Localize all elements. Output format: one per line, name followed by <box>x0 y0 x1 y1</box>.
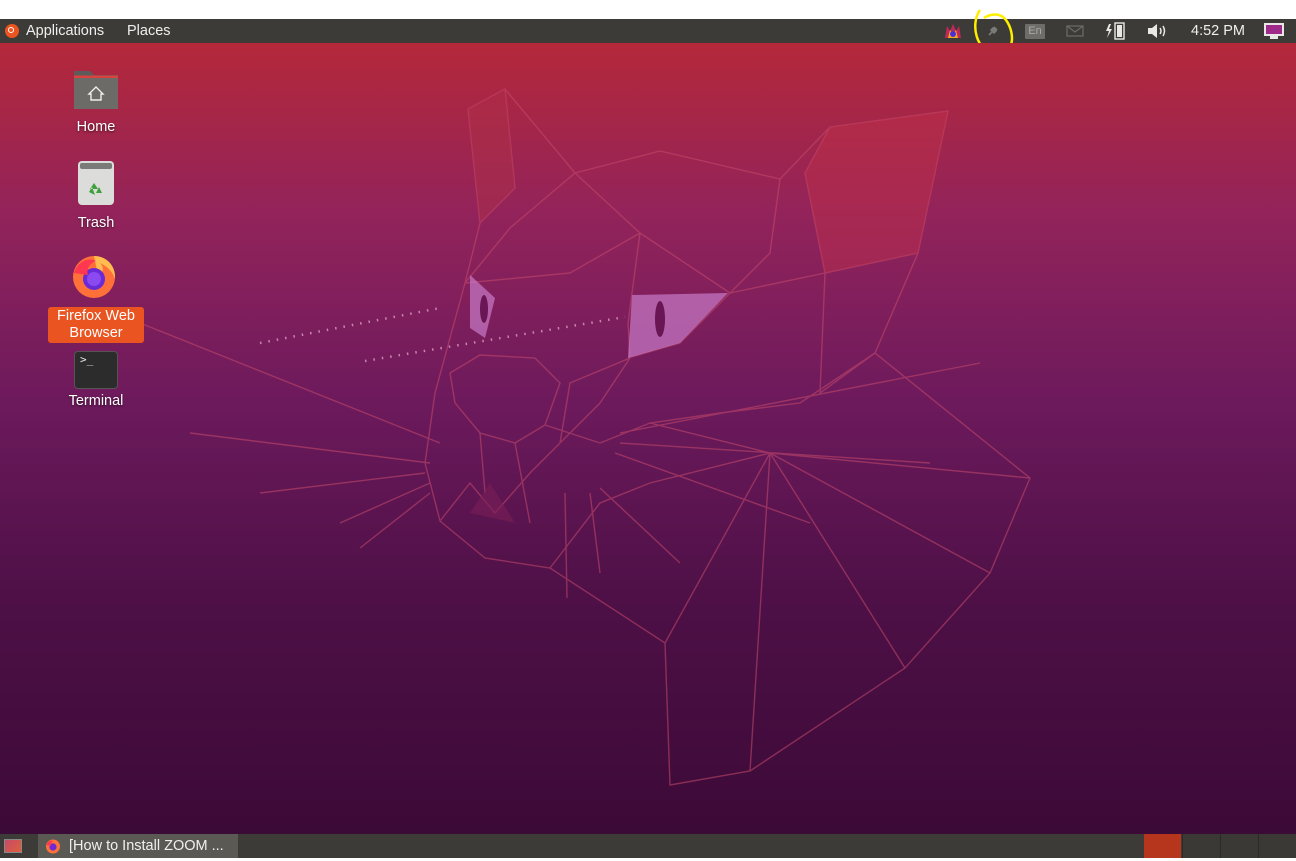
desktop-icon-terminal[interactable]: >_ Terminal <box>48 351 144 410</box>
desktop-icon-label: Trash <box>77 215 115 231</box>
top-panel: Applications Places En 4:52 PM <box>0 19 1296 43</box>
firefox-tray-icon[interactable] <box>942 19 964 43</box>
bottom-panel: [How to Install ZOOM ... <box>0 834 1296 858</box>
keyboard-layout-indicator[interactable]: En <box>1024 19 1046 43</box>
trash-icon <box>78 161 114 205</box>
workspace-2[interactable] <box>1182 834 1220 858</box>
desktop-icon-home[interactable]: Home <box>48 67 144 136</box>
home-folder-icon <box>74 71 118 109</box>
desktop-icon-label: Home <box>76 119 116 135</box>
terminal-glyph: >_ <box>80 353 94 366</box>
desktop-icon-label: Firefox Web Browser <box>48 307 144 343</box>
system-monitor-icon[interactable] <box>1262 19 1286 43</box>
show-desktop-icon[interactable] <box>4 839 22 853</box>
desktop-icon-trash[interactable]: Trash <box>48 159 144 232</box>
mail-icon[interactable] <box>1064 19 1086 43</box>
taskbar-window-title: [How to Install ZOOM ... <box>69 838 224 854</box>
applications-menu[interactable]: Applications <box>26 19 104 43</box>
firefox-icon <box>46 839 60 854</box>
places-menu[interactable]: Places <box>127 19 171 43</box>
ubuntu-logo-icon[interactable] <box>5 24 19 38</box>
taskbar-window-button[interactable]: [How to Install ZOOM ... <box>38 834 238 858</box>
workspace-4[interactable] <box>1258 834 1296 858</box>
desktop: Applications Places En 4:52 PM Home Tras… <box>0 0 1296 861</box>
clock[interactable]: 4:52 PM <box>1191 19 1245 43</box>
desktop-icon-firefox[interactable]: Firefox Web Browser <box>46 251 144 343</box>
volume-icon[interactable] <box>1145 19 1171 43</box>
wallpaper: Home Trash Firefox Web Browser >_ Termin… <box>0 43 1296 834</box>
desktop-icon-label: Terminal <box>68 393 124 409</box>
keyboard-layout-label: En <box>1025 23 1045 39</box>
workspace-1[interactable] <box>1144 834 1181 858</box>
top-strip <box>0 0 1296 19</box>
wallpaper-cat-art <box>139 88 1031 786</box>
terminal-icon: >_ <box>74 351 118 389</box>
plug-icon[interactable] <box>984 19 1002 43</box>
firefox-icon <box>73 256 116 298</box>
workspace-3[interactable] <box>1220 834 1258 858</box>
battery-icon[interactable] <box>1102 19 1130 43</box>
